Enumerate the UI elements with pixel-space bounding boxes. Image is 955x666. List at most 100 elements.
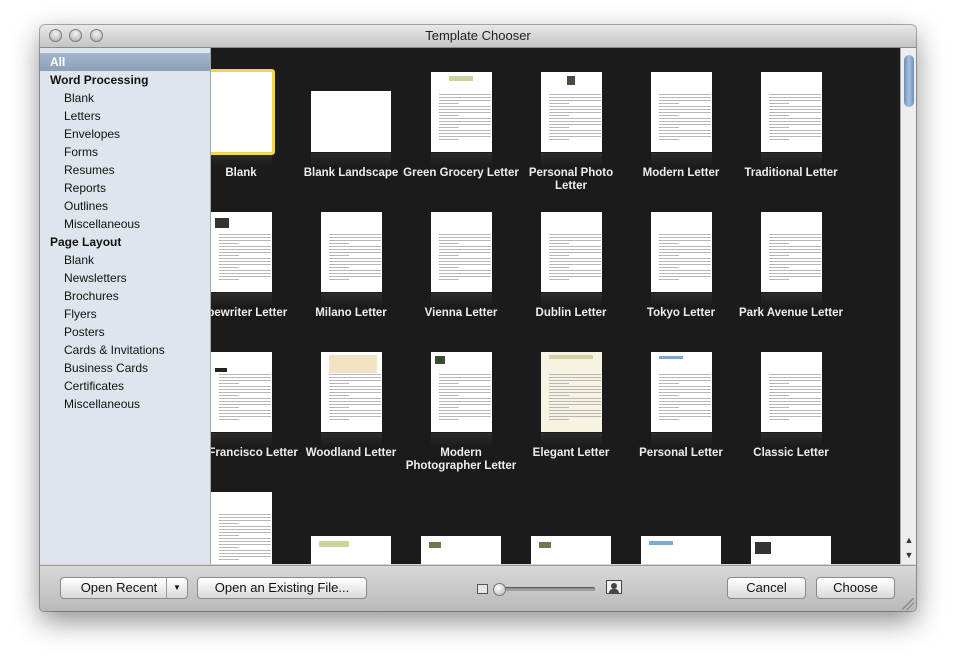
sidebar-item[interactable]: Flyers (40, 305, 210, 323)
template-thumbnail[interactable]: Vienna Letter (402, 206, 520, 341)
template-preview (421, 536, 501, 564)
scroll-down-arrow[interactable]: ▼ (901, 548, 916, 562)
template-thumbnail[interactable]: Woodland Letter (292, 346, 410, 481)
template-label[interactable]: Green Grocery Letter (402, 167, 520, 180)
template-label[interactable]: Modern Letter (622, 167, 740, 180)
template-thumbnail[interactable] (402, 486, 520, 564)
template-thumbnail[interactable]: Personal Letter (622, 346, 740, 481)
small-thumbnail-icon (477, 584, 488, 594)
template-thumbnail[interactable]: Green Grocery Letter (402, 66, 520, 201)
vertical-scrollbar[interactable]: ▲ ▼ (900, 48, 916, 564)
zoom-slider-knob[interactable] (493, 583, 506, 596)
template-thumbnail[interactable]: Milano Letter (292, 206, 410, 341)
sidebar-item[interactable]: Outlines (40, 197, 210, 215)
template-chooser-window: Template Chooser All Word Processing Blank… (40, 25, 916, 611)
template-thumbnail[interactable] (512, 486, 630, 564)
sidebar-item[interactable]: Envelopes (40, 125, 210, 143)
chevron-down-icon[interactable]: ▼ (166, 578, 187, 598)
template-preview (431, 352, 492, 432)
template-preview (541, 72, 602, 152)
sidebar-item[interactable]: Brochures (40, 287, 210, 305)
template-preview (641, 536, 721, 564)
template-thumbnail[interactable] (211, 486, 300, 564)
sidebar-item[interactable]: Forms (40, 143, 210, 161)
thumbnail-reflection (321, 433, 382, 447)
template-thumbnail[interactable]: Traditional Letter (732, 66, 850, 201)
sidebar-item[interactable]: Cards & Invitations (40, 341, 210, 359)
thumbnail-reflection (211, 153, 272, 167)
template-thumbnail[interactable]: Blank (211, 66, 300, 201)
sidebar-item[interactable]: Letters (40, 107, 210, 125)
template-label[interactable]: Dublin Letter (512, 307, 630, 320)
open-existing-file-button[interactable]: Open an Existing File... (197, 577, 367, 599)
window-title: Template Chooser (425, 28, 531, 43)
template-label[interactable]: Personal Photo Letter (512, 167, 630, 193)
template-label[interactable]: Milano Letter (292, 307, 410, 320)
template-thumbnail[interactable]: Modern Photographer Letter (402, 346, 520, 481)
sidebar-item[interactable]: Resumes (40, 161, 210, 179)
template-preview (431, 212, 492, 292)
template-thumbnail[interactable]: San Francisco Letter (211, 346, 300, 481)
thumbnail-reflection (211, 433, 272, 447)
sidebar-item[interactable]: All (40, 53, 210, 71)
scroll-up-arrow[interactable]: ▲ (901, 533, 916, 547)
sidebar-item[interactable]: Newsletters (40, 269, 210, 287)
sidebar-item[interactable]: Miscellaneous (40, 395, 210, 413)
template-thumbnail[interactable]: Blank Landscape (292, 66, 410, 201)
scrollbar-thumb[interactable] (904, 55, 914, 107)
template-thumbnail[interactable]: Tokyo Letter (622, 206, 740, 341)
sidebar-item[interactable]: Certificates (40, 377, 210, 395)
template-thumbnail[interactable]: Elegant Letter (512, 346, 630, 481)
thumbnail-reflection (431, 433, 492, 447)
template-thumbnail[interactable]: Modern Letter (622, 66, 740, 201)
sidebar-group-header[interactable]: Word Processing (40, 71, 210, 89)
choose-button[interactable]: Choose (816, 577, 895, 599)
template-preview (531, 536, 611, 564)
template-label[interactable]: Personal Letter (622, 447, 740, 460)
thumbnail-reflection (541, 293, 602, 307)
template-thumbnail[interactable] (732, 486, 850, 564)
template-label[interactable]: Blank (211, 167, 300, 180)
open-recent-button[interactable]: Open Recent ▼ (60, 577, 188, 599)
sidebar-item[interactable]: Reports (40, 179, 210, 197)
sidebar-item[interactable]: Blank (40, 251, 210, 269)
template-label[interactable]: Tokyo Letter (622, 307, 740, 320)
template-thumbnail[interactable]: Personal Photo Letter (512, 66, 630, 201)
template-preview (541, 212, 602, 292)
template-label[interactable]: San Francisco Letter (211, 447, 300, 460)
sidebar-item[interactable]: Posters (40, 323, 210, 341)
zoom-slider[interactable] (495, 587, 595, 591)
template-thumbnail[interactable]: Park Avenue Letter (732, 206, 850, 341)
template-preview (321, 352, 382, 432)
thumbnail-reflection (651, 433, 712, 447)
sidebar-item[interactable]: Miscellaneous (40, 215, 210, 233)
thumbnail-reflection (761, 293, 822, 307)
sidebar-item[interactable]: Business Cards (40, 359, 210, 377)
template-thumbnail[interactable] (292, 486, 410, 564)
template-label[interactable]: Woodland Letter (292, 447, 410, 460)
template-preview (761, 212, 822, 292)
large-thumbnail-icon (606, 580, 622, 594)
resize-grip[interactable] (902, 598, 914, 610)
template-label[interactable]: Blank Landscape (292, 167, 410, 180)
thumbnail-reflection (211, 293, 272, 307)
cancel-button[interactable]: Cancel (727, 577, 806, 599)
selection-highlight (211, 69, 275, 155)
template-thumbnail[interactable]: Typewriter Letter (211, 206, 300, 341)
template-label[interactable]: Vienna Letter (402, 307, 520, 320)
template-label[interactable]: Typewriter Letter (211, 307, 300, 320)
thumbnail-reflection (321, 293, 382, 307)
template-label[interactable]: Classic Letter (732, 447, 850, 460)
thumbnail-reflection (431, 153, 492, 167)
template-label[interactable]: Elegant Letter (512, 447, 630, 460)
template-preview (431, 72, 492, 152)
template-thumbnail[interactable]: Classic Letter (732, 346, 850, 481)
template-label[interactable]: Traditional Letter (732, 167, 850, 180)
template-thumbnail[interactable]: Dublin Letter (512, 206, 630, 341)
template-thumbnail[interactable] (622, 486, 740, 564)
template-label[interactable]: Modern Photographer Letter (402, 447, 520, 473)
sidebar-item[interactable]: Blank (40, 89, 210, 107)
template-label[interactable]: Park Avenue Letter (732, 307, 850, 320)
sidebar-group-header[interactable]: Page Layout (40, 233, 210, 251)
template-preview (761, 72, 822, 152)
